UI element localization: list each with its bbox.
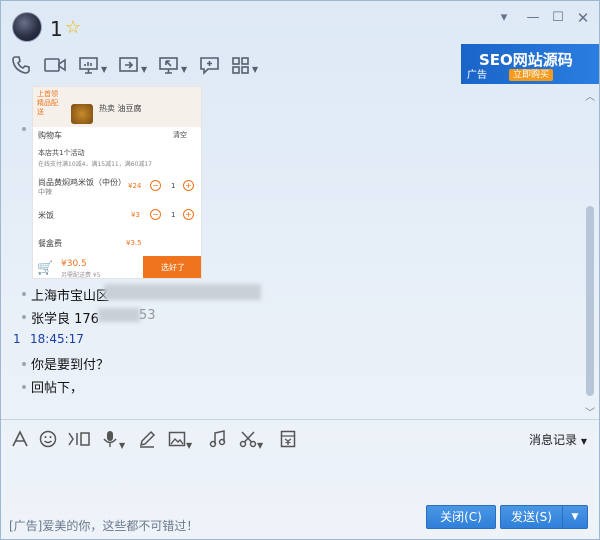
chat-scrollbar[interactable]: ︿ ﹀ bbox=[584, 86, 596, 419]
red-packet-icon[interactable] bbox=[280, 430, 296, 452]
plus-icon: + bbox=[183, 180, 194, 191]
cart-item-qty: 1 bbox=[171, 182, 176, 190]
redacted-block bbox=[104, 284, 261, 300]
chat-message: 你是要到付？ bbox=[31, 358, 110, 373]
star-icon: ☆ bbox=[65, 17, 82, 38]
maximize-icon[interactable]: ☐ bbox=[549, 9, 567, 27]
screen-share-icon[interactable]: ▼ bbox=[78, 55, 107, 77]
chat-window: 1 ☆ ▾ — ☐ ✕ ▼ ▼ ▼ ▼ SEO网站源码 广告 立即购买 上首领 … bbox=[0, 0, 600, 540]
send-options-dropdown[interactable]: ▼ bbox=[562, 505, 588, 529]
emoji-icon[interactable] bbox=[39, 430, 57, 452]
sender-label: 1 bbox=[13, 332, 21, 346]
apps-icon[interactable]: ▼ bbox=[231, 55, 258, 77]
cart-icon: 🛒 bbox=[37, 261, 54, 276]
doodle-icon[interactable] bbox=[138, 430, 156, 452]
footer: [广告]爱美的你，这些都不可错过！ 关闭(C) 发送(S) ▼ bbox=[1, 501, 599, 539]
promo-line: 在线支付满10减4，满15减11，满60减17 bbox=[38, 161, 152, 168]
font-icon[interactable] bbox=[11, 430, 29, 452]
plus-icon: + bbox=[183, 209, 194, 220]
music-icon[interactable] bbox=[209, 430, 227, 452]
minus-icon: − bbox=[150, 209, 161, 220]
message-bullet bbox=[22, 315, 26, 319]
contact-tail: 53 bbox=[139, 308, 156, 323]
image-icon[interactable]: ▼ bbox=[168, 430, 192, 455]
send-button[interactable]: 发送(S) bbox=[500, 505, 562, 529]
redacted-block bbox=[98, 308, 140, 322]
input-toolbar: ▼ ▼ ▼ 消息记录 ▼ bbox=[1, 419, 599, 457]
address-message: 上海市宝山区 bbox=[31, 289, 110, 304]
cart-item-price: ¥24 bbox=[128, 182, 142, 190]
chat-toolbar: ▼ ▼ ▼ ▼ bbox=[1, 51, 461, 79]
cart-title: 购物车 bbox=[38, 131, 62, 140]
remote-assist-icon[interactable]: ▼ bbox=[158, 55, 187, 77]
contact-message: 张学良 176 bbox=[31, 312, 99, 327]
food-item: 热卖 油豆腐 bbox=[99, 104, 142, 113]
screenshot-icon[interactable]: ▼ bbox=[239, 430, 263, 455]
cart-total: ¥30.5 bbox=[61, 259, 87, 269]
cart-item-sub: 中辣 bbox=[38, 188, 52, 196]
avatar[interactable] bbox=[12, 12, 42, 42]
close-icon[interactable]: ✕ bbox=[574, 9, 592, 27]
shared-screenshot[interactable]: 上首领 精品配 送 热卖 油豆腐 购物车 清空 本店共1个活动 在线支付满10减… bbox=[32, 86, 202, 279]
clear-cart: 清空 bbox=[173, 131, 187, 139]
scroll-thumb[interactable] bbox=[586, 206, 594, 396]
phone-icon[interactable] bbox=[11, 55, 31, 77]
contact-name: 1 bbox=[50, 17, 63, 41]
cart-item-name: 米饭 bbox=[38, 211, 54, 220]
gif-icon[interactable] bbox=[67, 430, 91, 452]
minimize-icon[interactable]: — bbox=[524, 9, 542, 27]
fee-name: 餐盒费 bbox=[38, 239, 62, 248]
screenshot-header: 上首领 精品配 送 热卖 油豆腐 bbox=[33, 87, 201, 127]
scroll-up-icon[interactable]: ︿ bbox=[584, 88, 596, 103]
send-message-icon[interactable] bbox=[199, 55, 221, 77]
minus-icon: − bbox=[150, 180, 161, 191]
voice-icon[interactable]: ▼ bbox=[101, 430, 125, 455]
dropdown-icon[interactable]: ▾ bbox=[495, 9, 513, 27]
fee-price: ¥3.5 bbox=[126, 239, 142, 247]
delivery-fee: 另需配送费 ¥5 bbox=[61, 272, 101, 279]
ad-banner[interactable]: SEO网站源码 广告 立即购买 bbox=[461, 44, 599, 84]
scroll-down-icon[interactable]: ﹀ bbox=[584, 404, 596, 419]
ad-title: SEO网站源码 bbox=[479, 51, 573, 69]
message-time: 18:45:17 bbox=[30, 332, 84, 346]
transfer-file-icon[interactable]: ▼ bbox=[118, 55, 147, 77]
promo-line: 本店共1个活动 bbox=[38, 149, 85, 157]
chat-history: 上首领 精品配 送 热卖 油豆腐 购物车 清空 本店共1个活动 在线支付满10减… bbox=[1, 86, 599, 419]
message-bullet bbox=[22, 362, 26, 366]
ad-tag: 广告 bbox=[467, 70, 487, 81]
footer-ad-text[interactable]: [广告]爱美的你，这些都不可错过！ bbox=[9, 517, 198, 534]
food-thumbnail bbox=[71, 104, 93, 124]
message-bullet bbox=[22, 127, 26, 131]
cart-item-price: ¥3 bbox=[131, 211, 140, 219]
message-bullet bbox=[22, 385, 26, 389]
cart-item-qty: 1 bbox=[171, 211, 176, 219]
message-history-button[interactable]: 消息记录 ▼ bbox=[529, 431, 587, 448]
message-history-label: 消息记录 bbox=[529, 433, 578, 447]
video-icon[interactable] bbox=[43, 55, 67, 77]
ad-buy-button[interactable]: 立即购买 bbox=[509, 69, 554, 81]
close-button[interactable]: 关闭(C) bbox=[426, 505, 496, 529]
message-bullet bbox=[22, 292, 26, 296]
checkout-button: 选好了 bbox=[143, 256, 201, 278]
shop-label: 送 bbox=[37, 108, 44, 116]
chat-message: 回帖下， bbox=[31, 381, 84, 396]
